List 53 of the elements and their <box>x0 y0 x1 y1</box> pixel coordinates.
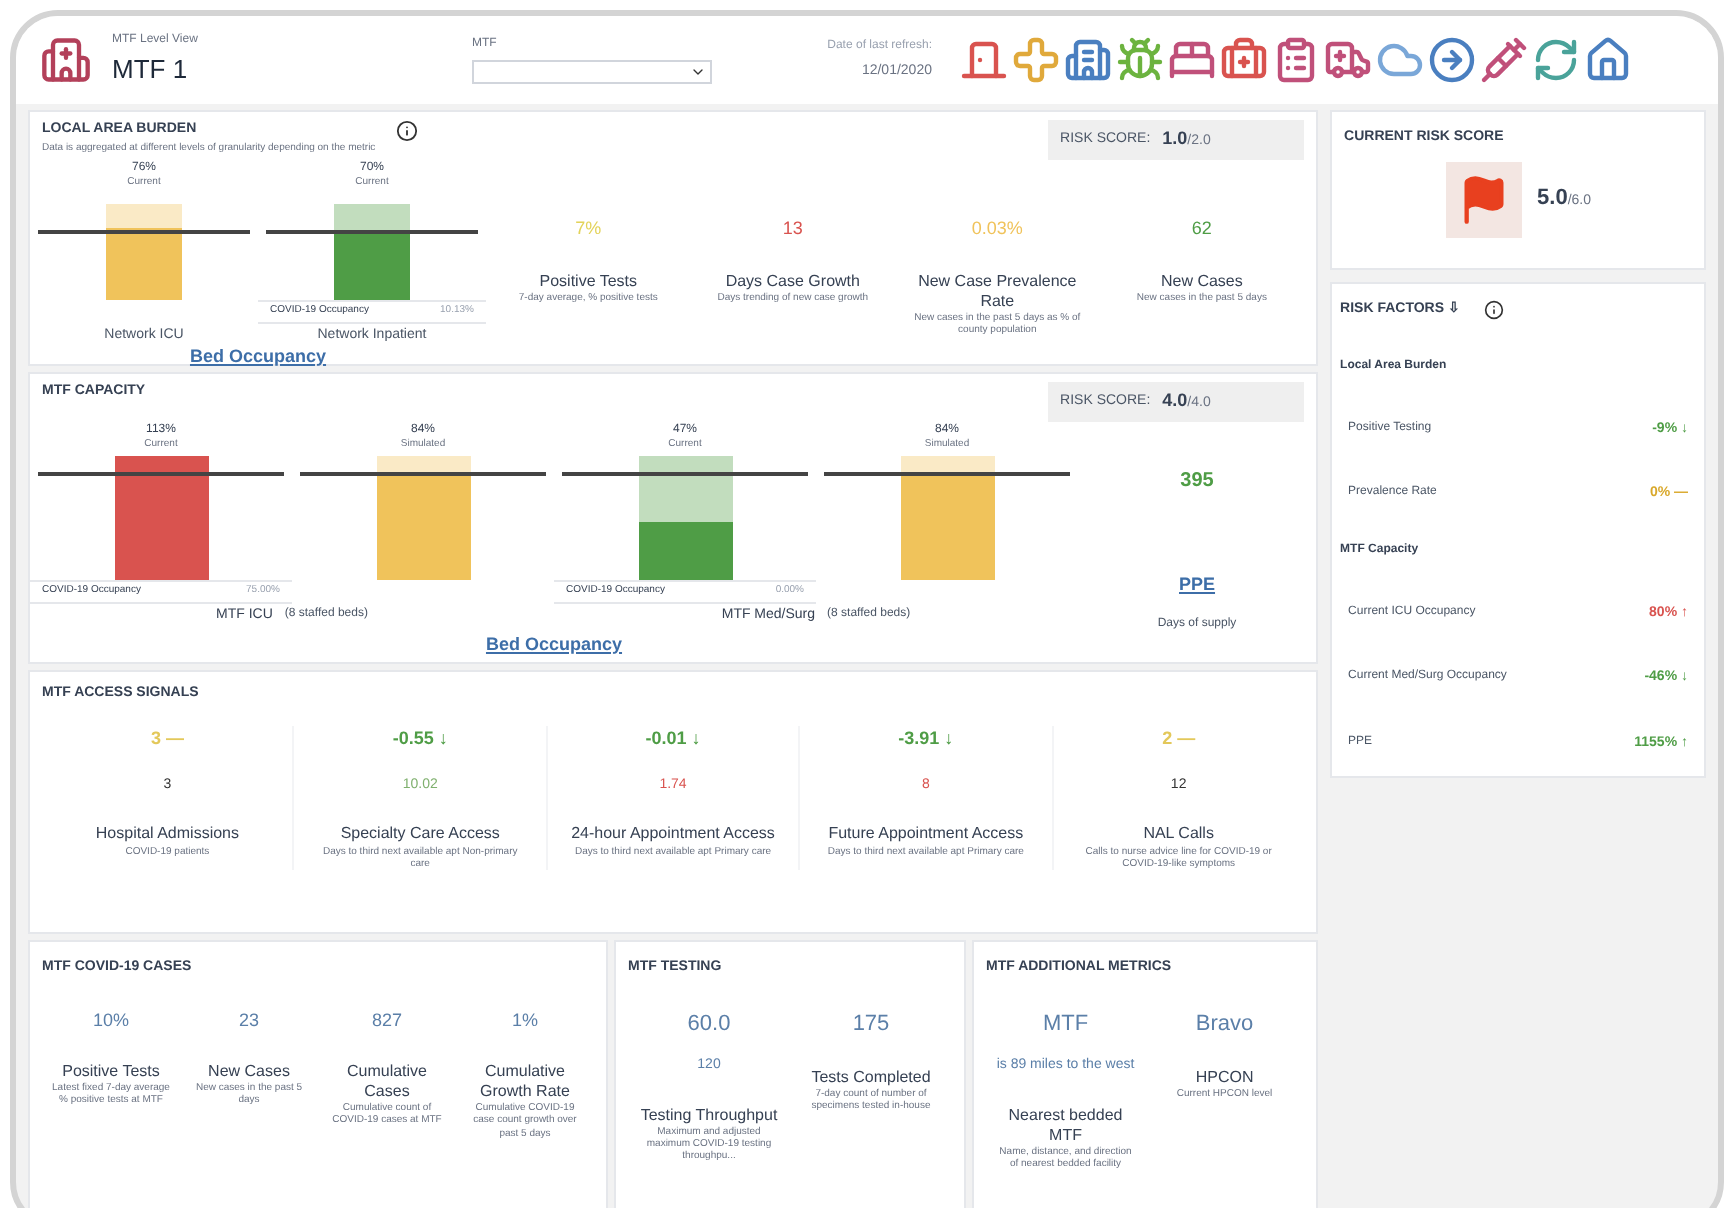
metric-value: Bravo <box>1195 1009 1254 1039</box>
metric-value: 0.03% <box>971 216 1023 242</box>
metric-label: Positive Tests <box>539 271 638 291</box>
metric-label: New Cases <box>208 1062 290 1082</box>
home-icon[interactable] <box>1584 36 1632 84</box>
signal-label: 24-hour Appointment Access <box>571 821 775 845</box>
metric-value: 62 <box>1191 216 1212 242</box>
caret-icon <box>690 64 706 80</box>
metric-label: Testing Throughput <box>640 1105 778 1124</box>
change-value: -3.91 ↓ <box>898 725 954 751</box>
metric-value: 10% <box>92 1007 129 1033</box>
metric-label: Positive Tests <box>62 1062 160 1082</box>
metric-label: New Cases <box>1160 271 1243 291</box>
metric-value: 7% <box>575 216 602 242</box>
change-value: 3 — <box>150 725 184 751</box>
bed-icon[interactable] <box>1168 36 1216 84</box>
signal-label: Specialty Care Access <box>340 821 500 845</box>
signal-label: NAL Calls <box>1143 821 1214 845</box>
metric-value: 60.0 <box>687 1009 731 1039</box>
metric-label: HPCON <box>1195 1068 1254 1088</box>
hospital-icon <box>40 34 92 86</box>
metric-value: MTF <box>1042 1009 1089 1039</box>
door-icon[interactable] <box>960 36 1008 84</box>
metric-label: Nearest bedded MTF <box>1006 1105 1125 1145</box>
bed-occupancy-link[interactable]: Bed Occupancy <box>189 346 327 368</box>
metric-value: 13 <box>782 216 803 242</box>
ppe-link[interactable]: PPE <box>1179 572 1216 599</box>
ppe-value: 395 <box>1180 468 1214 496</box>
change-value: -0.01 ↓ <box>645 725 701 751</box>
change-value: 2 — <box>1162 725 1196 751</box>
metric-value: 1% <box>511 1007 538 1033</box>
refresh-icon[interactable] <box>1532 36 1580 84</box>
metric-value: 175 <box>852 1009 890 1039</box>
info-icon[interactable] <box>395 120 418 142</box>
buildings-icon[interactable] <box>1064 36 1112 84</box>
arrow-circle-icon[interactable] <box>1428 36 1476 84</box>
metric-value: 827 <box>371 1007 403 1033</box>
clipboard-icon[interactable] <box>1272 36 1320 84</box>
signal-label: Future Appointment Access <box>828 821 1024 845</box>
syringe-icon[interactable] <box>1480 36 1528 84</box>
metric-label: Cumulative Growth Rate <box>478 1062 572 1102</box>
ambulance-icon[interactable] <box>1324 36 1372 84</box>
medical-bag-icon[interactable] <box>1220 36 1268 84</box>
signal-label: Hospital Admissions <box>95 821 239 845</box>
metric-value: 23 <box>238 1007 259 1033</box>
metric-label: Days Case Growth <box>725 271 860 290</box>
bed-occupancy-link[interactable]: Bed Occupancy <box>485 633 623 655</box>
info-icon[interactable] <box>1483 300 1504 321</box>
metric-label: Cumulative Cases <box>344 1062 429 1102</box>
change-value: -0.55 ↓ <box>392 725 448 751</box>
metric-label: New Case Prevalence Rate <box>916 271 1079 311</box>
view-title: MTF 1 <box>112 51 190 88</box>
metric-label: Tests Completed <box>811 1068 931 1088</box>
